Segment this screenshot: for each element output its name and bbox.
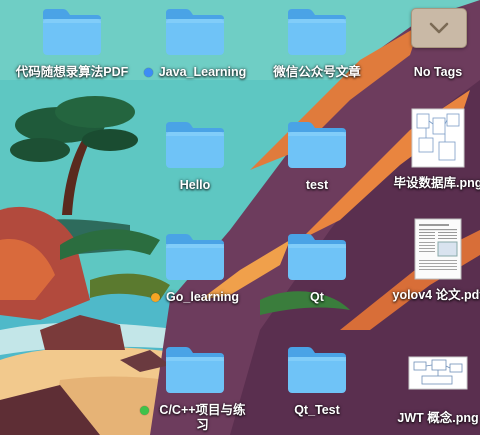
desktop-item-test[interactable]: test xyxy=(252,118,382,193)
desktop-item-jwt-png[interactable]: JWT 概念.png xyxy=(373,343,480,426)
sort-dropdown-button[interactable] xyxy=(411,8,467,48)
item-label-text: test xyxy=(305,178,329,192)
desktop-item-qt[interactable]: Qt xyxy=(252,230,382,305)
item-label-text: C/C++项目与练习 xyxy=(159,403,246,432)
item-label: test xyxy=(306,178,328,193)
item-label: 代码随想录算法PDF xyxy=(16,65,129,80)
desktop-item-cpp[interactable]: C/C++项目与练习 xyxy=(130,343,260,433)
item-label-text: 代码随想录算法PDF xyxy=(15,65,129,79)
desktop-item-code-pdf[interactable]: 代码随想录算法PDF xyxy=(7,5,137,80)
item-label: Go_learning xyxy=(151,290,239,305)
desktop-item-hello[interactable]: Hello xyxy=(130,118,260,193)
desktop-item-go[interactable]: Go_learning xyxy=(130,230,260,305)
item-label: No Tags xyxy=(414,65,462,80)
folder-icon xyxy=(166,9,224,55)
item-label: Qt_Test xyxy=(294,403,340,418)
item-label-text: No Tags xyxy=(413,65,463,79)
tag-color-dot xyxy=(151,293,161,302)
item-label-text: 毕设数据库.png xyxy=(393,176,480,190)
image-file-icon xyxy=(411,108,465,168)
item-label-text: Qt_Test xyxy=(294,403,340,417)
folder-icon xyxy=(288,234,346,280)
image-file-icon xyxy=(408,356,468,390)
folder-icon xyxy=(43,9,101,55)
tag-color-dot xyxy=(140,406,149,415)
desktop-item-yolo-pdf[interactable]: yolov4 论文.pdf xyxy=(373,218,480,303)
item-label-text: Go_learning xyxy=(166,290,239,304)
item-label: JWT 概念.png xyxy=(397,411,478,426)
item-label-text: JWT 概念.png xyxy=(397,411,479,425)
item-label: 毕设数据库.png xyxy=(394,176,480,191)
chevron-down-icon xyxy=(429,22,449,34)
item-label: Java_Learning xyxy=(143,65,247,80)
folder-icon xyxy=(166,122,224,168)
item-label: Hello xyxy=(180,178,211,193)
item-label-text: Java_Learning xyxy=(158,65,247,79)
item-label: 微信公众号文章 xyxy=(273,65,361,80)
item-label-text: Qt xyxy=(310,290,324,304)
item-label: yolov4 论文.pdf xyxy=(393,288,480,303)
folder-icon xyxy=(166,234,224,280)
tag-color-dot xyxy=(143,68,153,77)
folder-icon xyxy=(288,347,346,393)
desktop-item-qt-test[interactable]: Qt_Test xyxy=(252,343,382,418)
pdf-file-icon xyxy=(414,218,462,280)
folder-icon xyxy=(288,122,346,168)
item-label-text: 微信公众号文章 xyxy=(273,65,361,79)
item-label-text: yolov4 论文.pdf xyxy=(392,288,480,302)
item-label-text: Hello xyxy=(179,178,211,192)
folder-icon xyxy=(288,9,346,55)
desktop-item-wechat[interactable]: 微信公众号文章 xyxy=(252,5,382,80)
item-label: C/C++项目与练习 xyxy=(140,403,250,433)
folder-icon xyxy=(166,347,224,393)
desktop-item-java[interactable]: Java_Learning xyxy=(130,5,260,80)
item-label: Qt xyxy=(310,290,324,305)
desktop-item-db-png[interactable]: 毕设数据库.png xyxy=(373,108,480,191)
